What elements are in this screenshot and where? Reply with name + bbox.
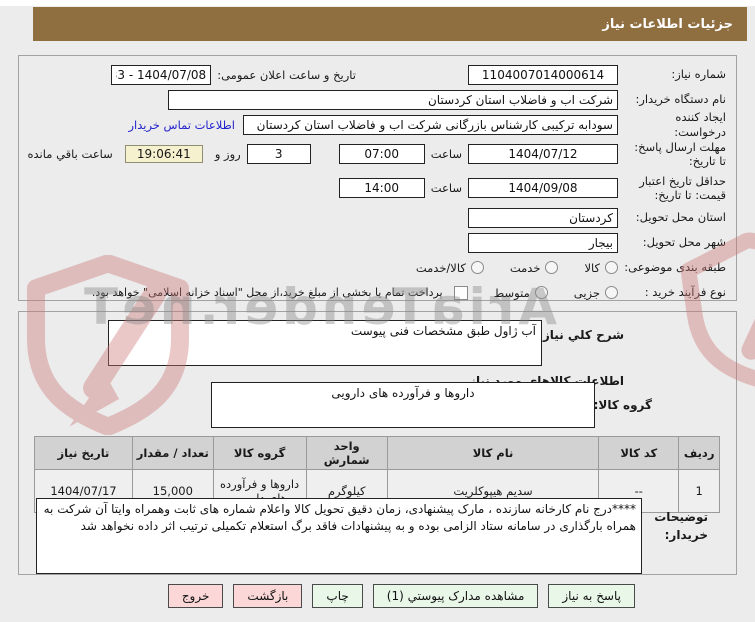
medium-radio[interactable] [534,286,548,299]
deadline-time-input[interactable] [338,144,425,164]
medium-radio-label: متوسط [493,285,530,300]
row-city: شهر محل تحویل: [27,232,726,253]
minor-radio-label: جزیی [573,285,600,300]
province-label: استان محل تحویل: [635,210,726,225]
need-number-label: شماره نیاز: [671,67,726,82]
row-province: استان محل تحویل: [27,207,726,228]
goods-service-radio-label: کالا/خدمت [415,260,466,275]
city-label: شهر محل تحویل: [642,235,726,250]
service-radio-label: خدمت [509,260,541,275]
creator-label: ایجاد کننده درخواست: [674,110,726,139]
col-count-unit: واحد شمارش [305,436,388,470]
general-description-textarea[interactable]: آب ژاول طبق مشخصات فنی پیوست [108,320,542,366]
page-title-bar: جزئیات اطلاعات نیاز [33,7,747,41]
buyer-notes-label: توضیحات خریدار: [654,510,708,542]
row-classification: طبقه بندی موضوعی: کالا خدمت کالا/خدمت [27,257,726,278]
validity-date-input[interactable] [468,178,618,198]
classification-option-service[interactable]: خدمت [510,261,559,275]
goods-group-label: گروه کالا: [593,398,652,412]
buyer-contact-link[interactable]: اطلاعات تماس خریدار [128,118,235,132]
print-button[interactable]: چاپ [312,584,363,608]
col-quantity: تعداد / مقدار [131,436,214,470]
process-option-medium[interactable]: متوسط [494,286,548,300]
buyer-org-label: نام دستگاه خریدار: [635,92,726,107]
validity-label: حداقل تاریخ اعتبار قیمت: تا تاریخ: [639,173,726,202]
goods-groupbox: شرح کلي نیاز: آب ژاول طبق مشخصات فنی پیو… [18,311,737,575]
remaining-time-badge: 19:06:41 [124,145,203,163]
col-goods-group: گروه کالا [212,436,307,470]
row-deadline: مهلت ارسال پاسخ: تا تاریخ: ساعت روز و 19… [27,139,727,169]
classification-option-goods[interactable]: کالا [584,261,618,275]
goods-radio-label: کالا [584,260,600,275]
deadline-days-input[interactable] [246,144,311,164]
col-row-number: ردیف [678,436,720,470]
buyer-notes-textarea[interactable]: ****درج نام کارخانه سازنده ، مارک پیشنها… [36,498,642,574]
service-radio[interactable] [545,261,559,274]
validity-hour-label: ساعت [430,181,462,195]
announcement-label: تاریخ و ساعت اعلان عمومی: [217,67,356,82]
buyer-org-input[interactable] [168,89,618,110]
cell-row-number: 1 [678,469,720,513]
action-button-bar: پاسخ به نیاز مشاهده مدارک پیوستي (1) چاپ… [167,584,635,608]
classification-option-goods-service[interactable]: کالا/خدمت [416,261,484,275]
row-need-number: شماره نیاز: تاریخ و ساعت اعلان عمومی: [27,64,726,85]
row-process-type: نوع فرآیند خرید : جزیی متوسط پرداخت تمام… [27,282,726,303]
deadline-hour-label: ساعت [430,147,462,161]
process-option-minor[interactable]: جزیی [574,286,618,300]
row-creator: ایجاد کننده درخواست: اطلاعات تماس خریدار [27,110,726,138]
general-description-label: شرح کلي نیاز: [538,328,624,342]
row-price-validity: حداقل تاریخ اعتبار قیمت: تا تاریخ: ساعت [27,173,726,203]
deadline-label: مهلت ارسال پاسخ: تا تاریخ: [634,139,726,168]
validity-time-input[interactable] [338,178,425,198]
exit-button[interactable]: خروج [167,584,224,608]
remaining-time-label: ساعت باقي مانده [27,147,113,161]
goods-service-radio[interactable] [470,261,484,274]
need-number-input[interactable] [468,64,618,85]
classification-label: طبقه بندی موضوعی: [624,260,726,275]
goods-group-textarea[interactable]: داروها و فرآورده های دارویی [211,382,595,428]
goods-table-header-row: ردیف کد کالا نام کالا واحد شمارش گروه کا… [34,436,720,470]
process-type-label: نوع فرآیند خرید : [644,285,726,300]
back-button[interactable]: بازگشت [233,584,303,608]
creator-input[interactable] [243,114,618,135]
col-goods-code: کد کالا [598,436,680,470]
col-need-date: تاریخ نیاز [34,436,133,470]
row-buyer-org: نام دستگاه خریدار: [27,89,726,110]
treasury-payment-option[interactable]: پرداخت تمام یا بخشی از مبلغ خرید،از محل … [91,285,468,300]
need-info-groupbox: شماره نیاز: تاریخ و ساعت اعلان عمومی: نا… [18,55,737,301]
province-input[interactable] [468,207,618,228]
city-input[interactable] [468,232,618,253]
minor-radio[interactable] [605,286,618,299]
treasury-payment-label: پرداخت تمام یا بخشی از مبلغ خرید،از محل … [91,286,443,299]
treasury-payment-checkbox[interactable] [453,285,468,300]
deadline-date-input[interactable] [468,144,618,164]
deadline-days-label: روز و [214,147,241,161]
announcement-datetime-input[interactable] [111,64,212,85]
goods-radio[interactable] [605,261,618,274]
need-details-page: جزئیات اطلاعات نیاز شماره نیاز: تاریخ و … [0,0,755,622]
respond-to-need-button[interactable]: پاسخ به نیاز [548,584,635,608]
page-title: جزئیات اطلاعات نیاز [602,16,733,32]
col-goods-name: نام کالا [386,436,600,470]
view-attachments-button[interactable]: مشاهده مدارک پیوستي (1) [372,584,539,608]
